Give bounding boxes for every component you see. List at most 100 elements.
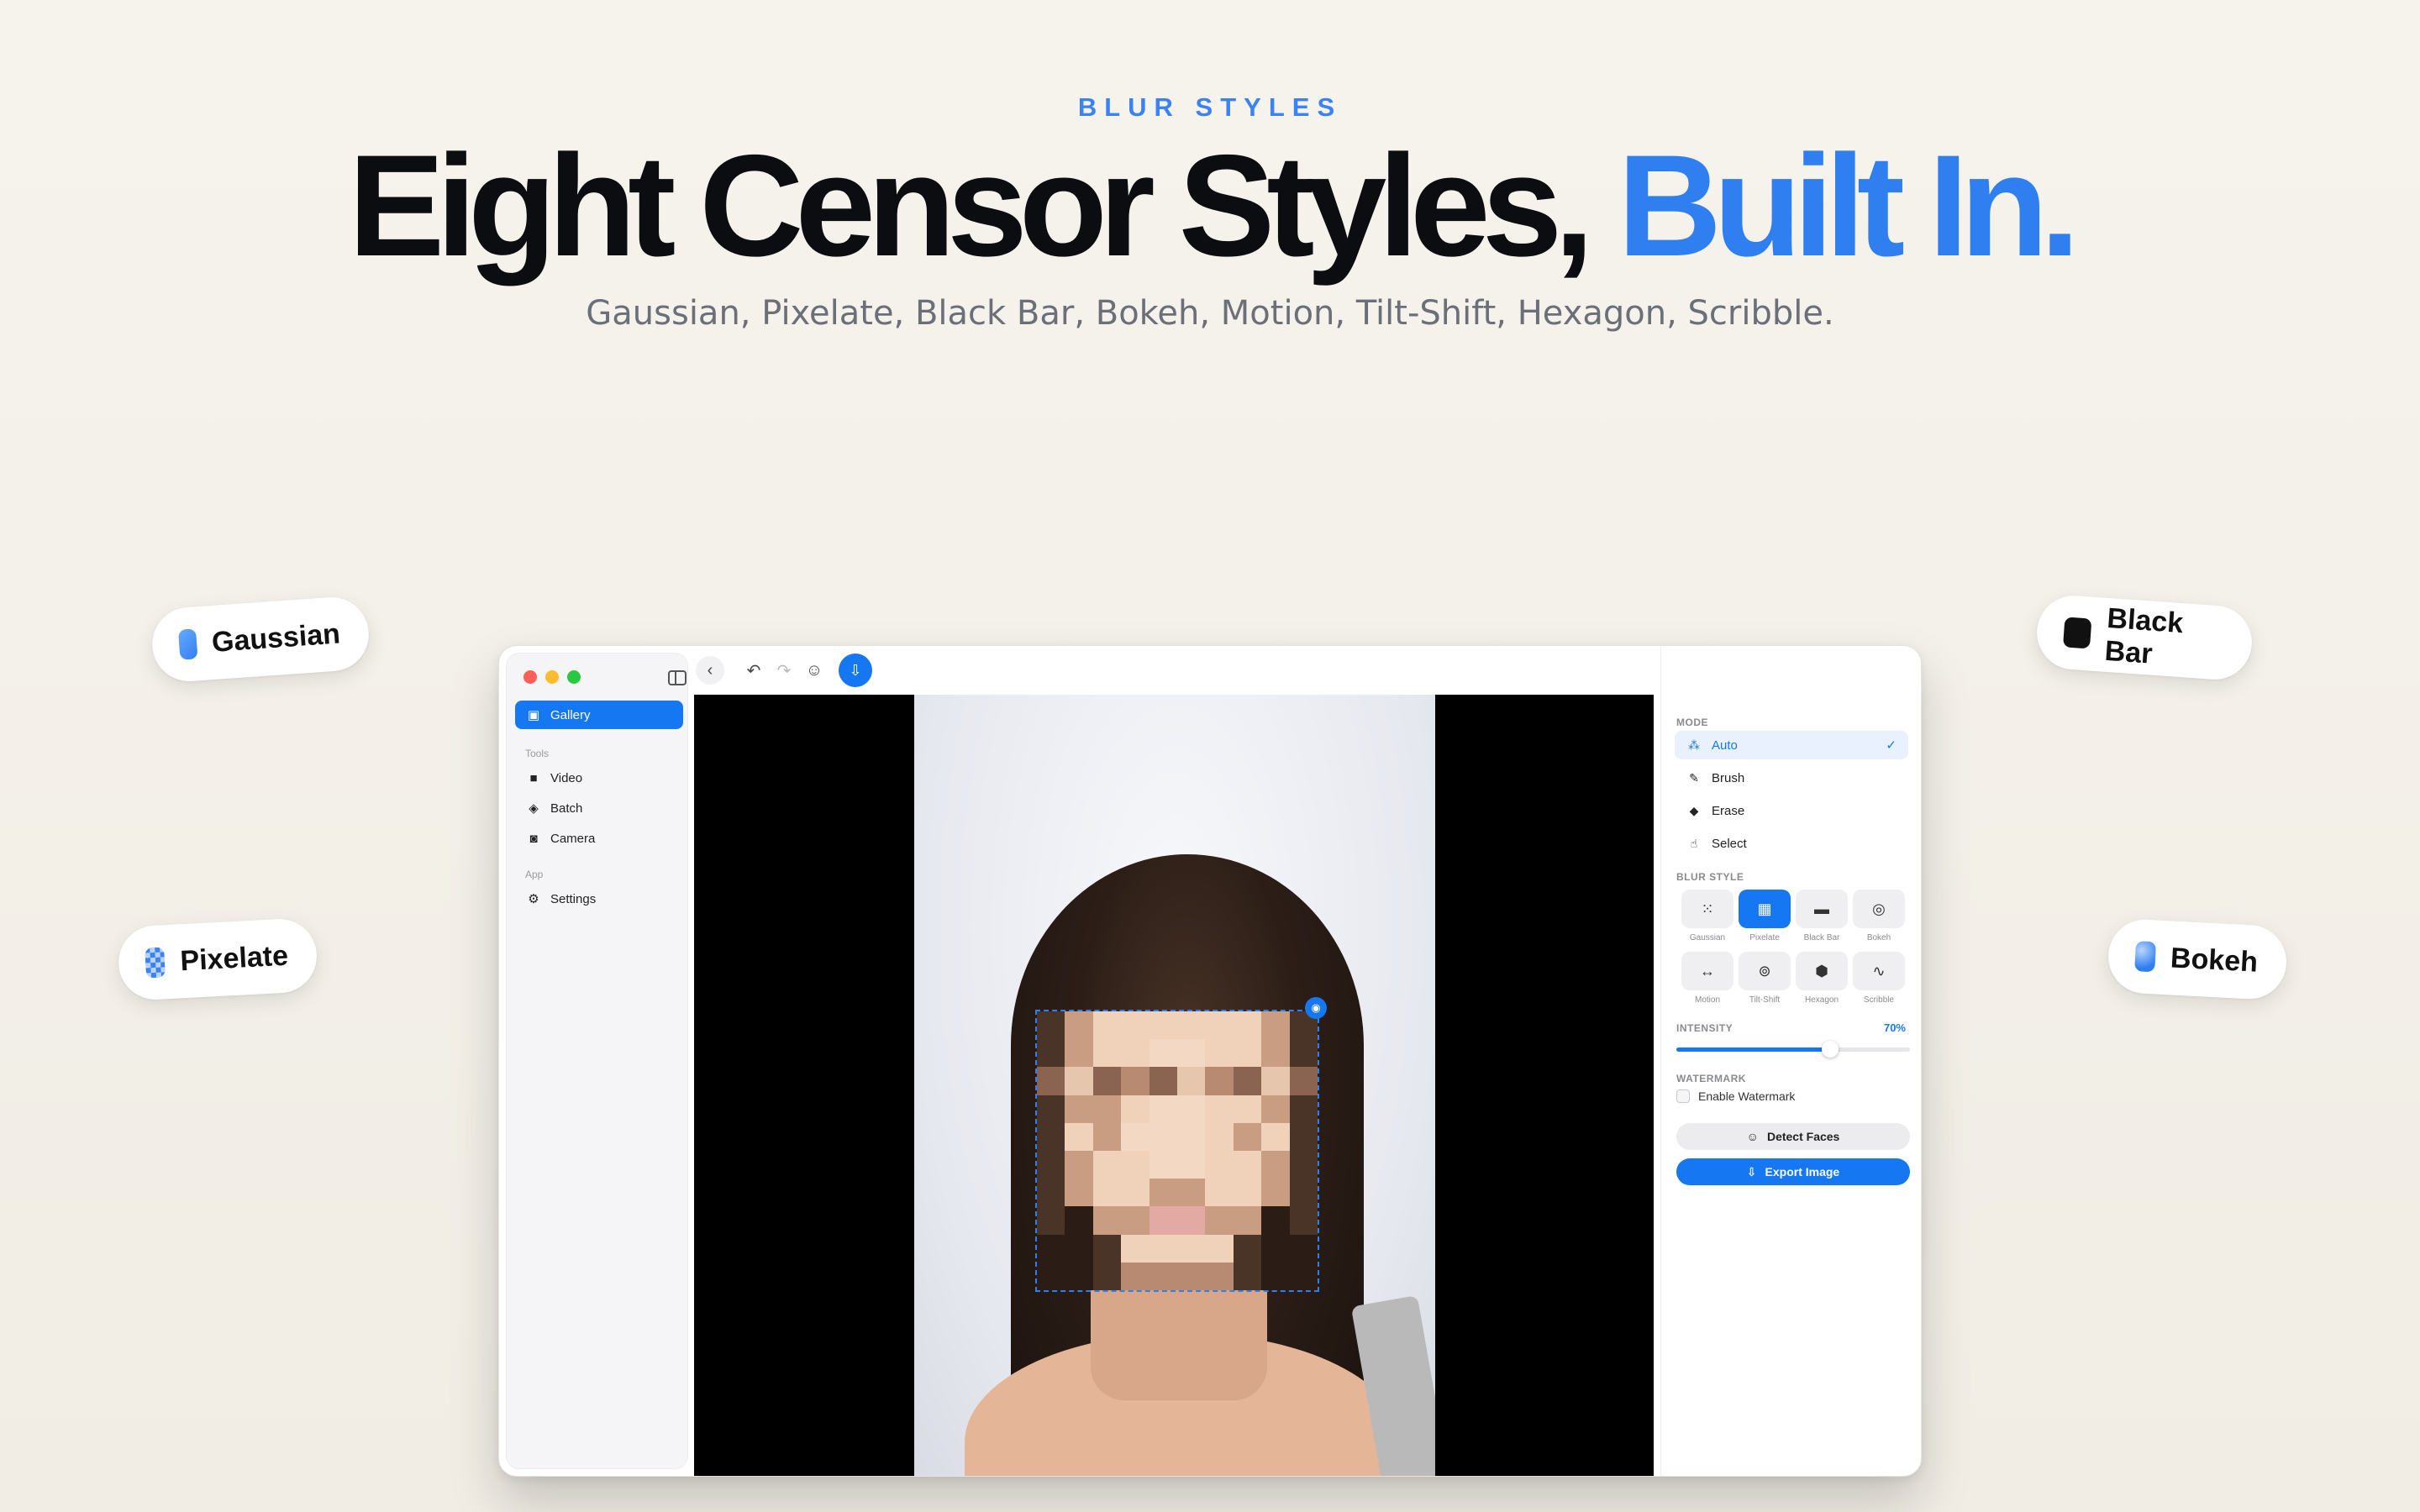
mode-label-text: Brush: [1712, 770, 1745, 785]
export-image-button[interactable]: ⇩ Export Image: [1676, 1158, 1910, 1185]
gaussian-dots-icon: ⁙: [1701, 900, 1714, 917]
intensity-slider[interactable]: [1676, 1041, 1910, 1058]
pixel-cell: [1092, 1122, 1122, 1151]
pixel-cell: [1289, 1151, 1318, 1179]
watermark-label: WATERMARK: [1676, 1073, 1746, 1084]
sidebar-item-settings[interactable]: ⚙ Settings: [515, 885, 683, 913]
image-canvas[interactable]: ◉: [694, 695, 1654, 1476]
pixel-cell: [1177, 1122, 1206, 1151]
redo-button[interactable]: ↷: [770, 656, 798, 685]
sidebar-section-tools: Tools: [525, 748, 550, 759]
pixel-cell: [1177, 1262, 1206, 1290]
undo-button[interactable]: ↶: [739, 656, 768, 685]
slider-fill: [1676, 1047, 1831, 1052]
pixel-cell: [1065, 1039, 1093, 1068]
pixel-cell: [1289, 1122, 1318, 1151]
sidebar-item-camera[interactable]: ◙ Camera: [515, 824, 683, 853]
tilt-shift-icon: ⊚: [1758, 962, 1771, 979]
face-icon: ☺: [1746, 1130, 1759, 1143]
style-hexagon[interactable]: ⬢: [1796, 952, 1848, 990]
pixel-cell: [1289, 1179, 1318, 1207]
pixel-cell: [1121, 1122, 1150, 1151]
pixel-cell: [1205, 1206, 1234, 1235]
pixel-cell: [1205, 1039, 1234, 1068]
pixel-cell: [1037, 1206, 1065, 1235]
pixel-cell: [1149, 1011, 1177, 1040]
style-tilt-shift[interactable]: ⊚: [1739, 952, 1791, 990]
sidebar-item-label: Gallery: [550, 707, 591, 722]
back-button[interactable]: ‹: [696, 656, 724, 685]
mode-auto[interactable]: ⁂ Auto ✓: [1675, 731, 1908, 759]
pill-label: Bokeh: [2170, 941, 2259, 979]
mode-brush[interactable]: ✎ Brush: [1675, 764, 1908, 792]
pill-label: Pixelate: [179, 939, 289, 977]
gear-icon: ⚙: [528, 892, 539, 906]
slider-handle[interactable]: [1822, 1041, 1839, 1058]
video-camera-icon: ■: [529, 770, 538, 785]
pixel-cell: [1205, 1095, 1234, 1123]
style-motion[interactable]: ↔: [1681, 952, 1733, 990]
sidebar-item-batch[interactable]: ◈ Batch: [515, 794, 683, 822]
button-label: Export Image: [1765, 1165, 1840, 1179]
eye-icon[interactable]: ◉: [1305, 997, 1327, 1019]
style-caption: Black Bar: [1803, 933, 1840, 942]
detect-faces-button[interactable]: ☺ Detect Faces: [1676, 1123, 1910, 1150]
export-toolbar-button[interactable]: ⇩: [839, 654, 872, 687]
sidebar-toggle-icon[interactable]: [668, 670, 687, 685]
close-window-button[interactable]: [523, 670, 537, 684]
pixel-cell: [1092, 1151, 1122, 1179]
style-pixelate[interactable]: ▦: [1739, 890, 1791, 928]
pixel-cell: [1261, 1011, 1290, 1040]
style-caption: Gaussian: [1689, 933, 1726, 942]
inspector-panel: MODE ⁂ Auto ✓ ✎ Brush ◆ Erase ☝ Select B…: [1660, 646, 1921, 1476]
pill-pixelate: Pixelate: [116, 916, 319, 1002]
pixel-cell: [1065, 1151, 1093, 1179]
style-bokeh[interactable]: ◎: [1853, 890, 1905, 928]
pixel-cell: [1121, 1151, 1150, 1179]
intensity-value: 70%: [1883, 1021, 1906, 1034]
sidebar-item-video[interactable]: ■ Video: [515, 764, 683, 792]
watermark-checkbox[interactable]: [1676, 1089, 1690, 1103]
intensity-label: INTENSITY: [1676, 1022, 1733, 1034]
photo: ◉: [914, 695, 1435, 1476]
pixel-cell: [1092, 1011, 1122, 1040]
pixel-cell: [1065, 1234, 1093, 1263]
black-bar-swatch-icon: [2062, 617, 2092, 649]
pixel-cell: [1065, 1067, 1093, 1095]
face-selection-box[interactable]: [1035, 1010, 1319, 1292]
pill-label: Gaussian: [210, 617, 342, 659]
pixel-cell: [1149, 1206, 1177, 1235]
face-detect-button[interactable]: ☺: [800, 656, 829, 685]
pixel-cell: [1149, 1039, 1177, 1068]
style-scribble[interactable]: ∿: [1853, 952, 1905, 990]
style-black-bar[interactable]: ▬: [1796, 890, 1848, 928]
eyebrow: BLUR STYLES: [1077, 92, 1343, 122]
pointer-hand-icon: ☝: [1690, 836, 1698, 850]
pixel-cell: [1289, 1206, 1318, 1235]
pixel-cell: [1121, 1039, 1150, 1068]
pixel-cell: [1121, 1095, 1150, 1123]
pixel-cell: [1065, 1095, 1093, 1123]
sidebar-item-gallery[interactable]: ▣ Gallery: [515, 701, 683, 729]
pixel-cell: [1233, 1039, 1262, 1068]
zoom-window-button[interactable]: [567, 670, 581, 684]
pixel-cell: [1205, 1151, 1234, 1179]
pixel-cell: [1261, 1151, 1290, 1179]
minimize-window-button[interactable]: [545, 670, 559, 684]
mode-select[interactable]: ☝ Select: [1675, 829, 1908, 858]
pixel-cell: [1261, 1122, 1290, 1151]
pixel-cell: [1261, 1067, 1290, 1095]
style-caption: Motion: [1694, 995, 1720, 1005]
pixel-cell: [1233, 1234, 1262, 1263]
watermark-row[interactable]: Enable Watermark: [1676, 1089, 1795, 1103]
pixelate-swatch-icon: [145, 947, 166, 979]
pixel-cell: [1149, 1122, 1177, 1151]
brush-icon: ✎: [1689, 770, 1699, 785]
pixel-cell: [1065, 1122, 1093, 1151]
style-gaussian[interactable]: ⁙: [1681, 890, 1733, 928]
pixel-cell: [1289, 1262, 1318, 1290]
mode-label-text: Erase: [1712, 803, 1745, 818]
pixel-cell: [1065, 1262, 1093, 1290]
mode-erase[interactable]: ◆ Erase: [1675, 796, 1908, 825]
pixel-cell: [1037, 1122, 1065, 1151]
